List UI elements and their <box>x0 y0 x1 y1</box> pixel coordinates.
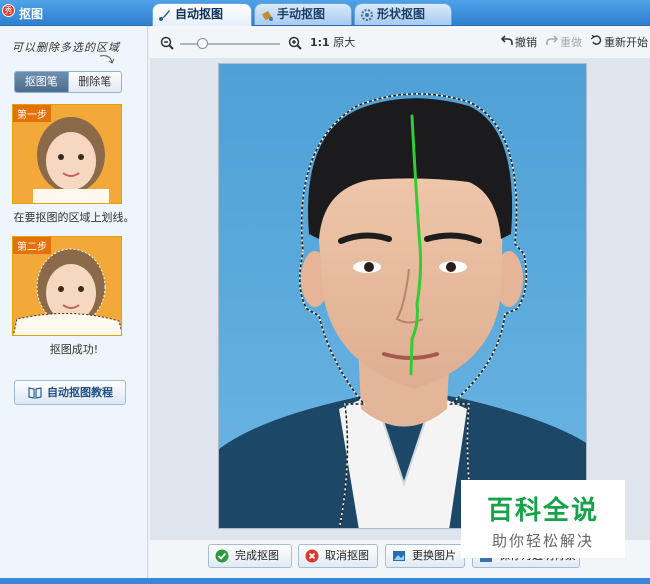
redo-icon <box>546 35 558 45</box>
brush-mode-toggle: 抠图笔 删除笔 <box>14 71 122 93</box>
book-icon <box>28 387 42 399</box>
brush-icon <box>159 10 170 21</box>
step1-tag: 第一步 <box>13 105 51 122</box>
paint-bucket-icon <box>262 10 273 21</box>
zoom-in-icon[interactable] <box>288 36 302 50</box>
finish-label: 完成抠图 <box>235 549 279 562</box>
curved-arrow-icon <box>99 55 115 64</box>
zoom-slider-track[interactable] <box>180 43 280 45</box>
eraser-brush-button[interactable]: 删除笔 <box>67 72 121 92</box>
zoom-out-icon[interactable] <box>160 36 174 50</box>
step1-image: 第一步 <box>12 104 122 204</box>
undo-icon <box>501 35 513 45</box>
cancel-icon <box>305 549 319 563</box>
replace-label: 更换图片 <box>412 549 456 562</box>
toolbar: 1:1 原大 撤销 重做 重新开始 <box>150 26 650 58</box>
watermark-title: 百科全说 <box>486 496 599 526</box>
undo-label: 撤销 <box>515 36 537 49</box>
tab-label: 形状抠图 <box>377 7 426 21</box>
step1-caption: 在要抠图的区域上划线。 <box>13 211 135 224</box>
check-icon <box>215 549 229 563</box>
image-icon <box>393 551 405 561</box>
ratio-label: 1:1 <box>310 36 330 49</box>
gear-shape-icon <box>361 9 373 21</box>
tab-shape-cutout[interactable]: 形状抠图 <box>354 3 452 25</box>
tutorial-label: 自动抠图教程 <box>47 386 113 399</box>
redo-button[interactable]: 重做 <box>546 34 582 50</box>
auto-cutout-tutorial-button[interactable]: 自动抠图教程 <box>14 380 126 405</box>
tab-manual-cutout[interactable]: 手动抠图 <box>254 3 352 25</box>
cutout-brush-button[interactable]: 抠图笔 <box>15 72 68 92</box>
restart-label: 重新开始 <box>604 36 648 49</box>
redo-label: 重做 <box>560 36 582 49</box>
restart-button[interactable]: 重新开始 <box>591 34 648 50</box>
zoom-slider-thumb[interactable] <box>197 38 208 49</box>
app-logo-icon: 秀 <box>2 4 15 17</box>
undo-button[interactable]: 撤销 <box>501 34 537 50</box>
watermark-subtitle: 助你轻松解决 <box>491 532 594 550</box>
tab-label: 手动抠图 <box>277 7 326 21</box>
replace-image-button[interactable]: 更换图片 <box>385 544 465 568</box>
step2-tag: 第二步 <box>13 237 51 254</box>
cancel-cutout-button[interactable]: 取消抠图 <box>298 544 378 568</box>
watermark: 百科全说 助你轻松解决 <box>461 480 625 558</box>
step2-caption: 抠图成功! <box>49 343 99 356</box>
tab-auto-cutout[interactable]: 自动抠图 <box>152 3 252 26</box>
left-panel: 可以删除多选的区域 抠图笔 删除笔 第一步 在要抠图的区域上划线。 第二步 抠图… <box>0 26 148 578</box>
finish-cutout-button[interactable]: 完成抠图 <box>208 544 292 568</box>
actual-size-button[interactable]: 1:1 原大 <box>310 34 355 50</box>
tab-label: 自动抠图 <box>175 7 224 21</box>
title-bar: 秀 抠图 自动抠图 手动抠图 形状抠图 <box>0 0 650 26</box>
cancel-label: 取消抠图 <box>325 549 369 562</box>
step2-image: 第二步 <box>12 236 122 336</box>
photo-canvas[interactable] <box>218 63 587 529</box>
window-title: 抠图 <box>19 7 44 21</box>
status-bar <box>0 578 650 584</box>
restart-icon <box>591 35 602 45</box>
original-size-label: 原大 <box>333 36 356 49</box>
